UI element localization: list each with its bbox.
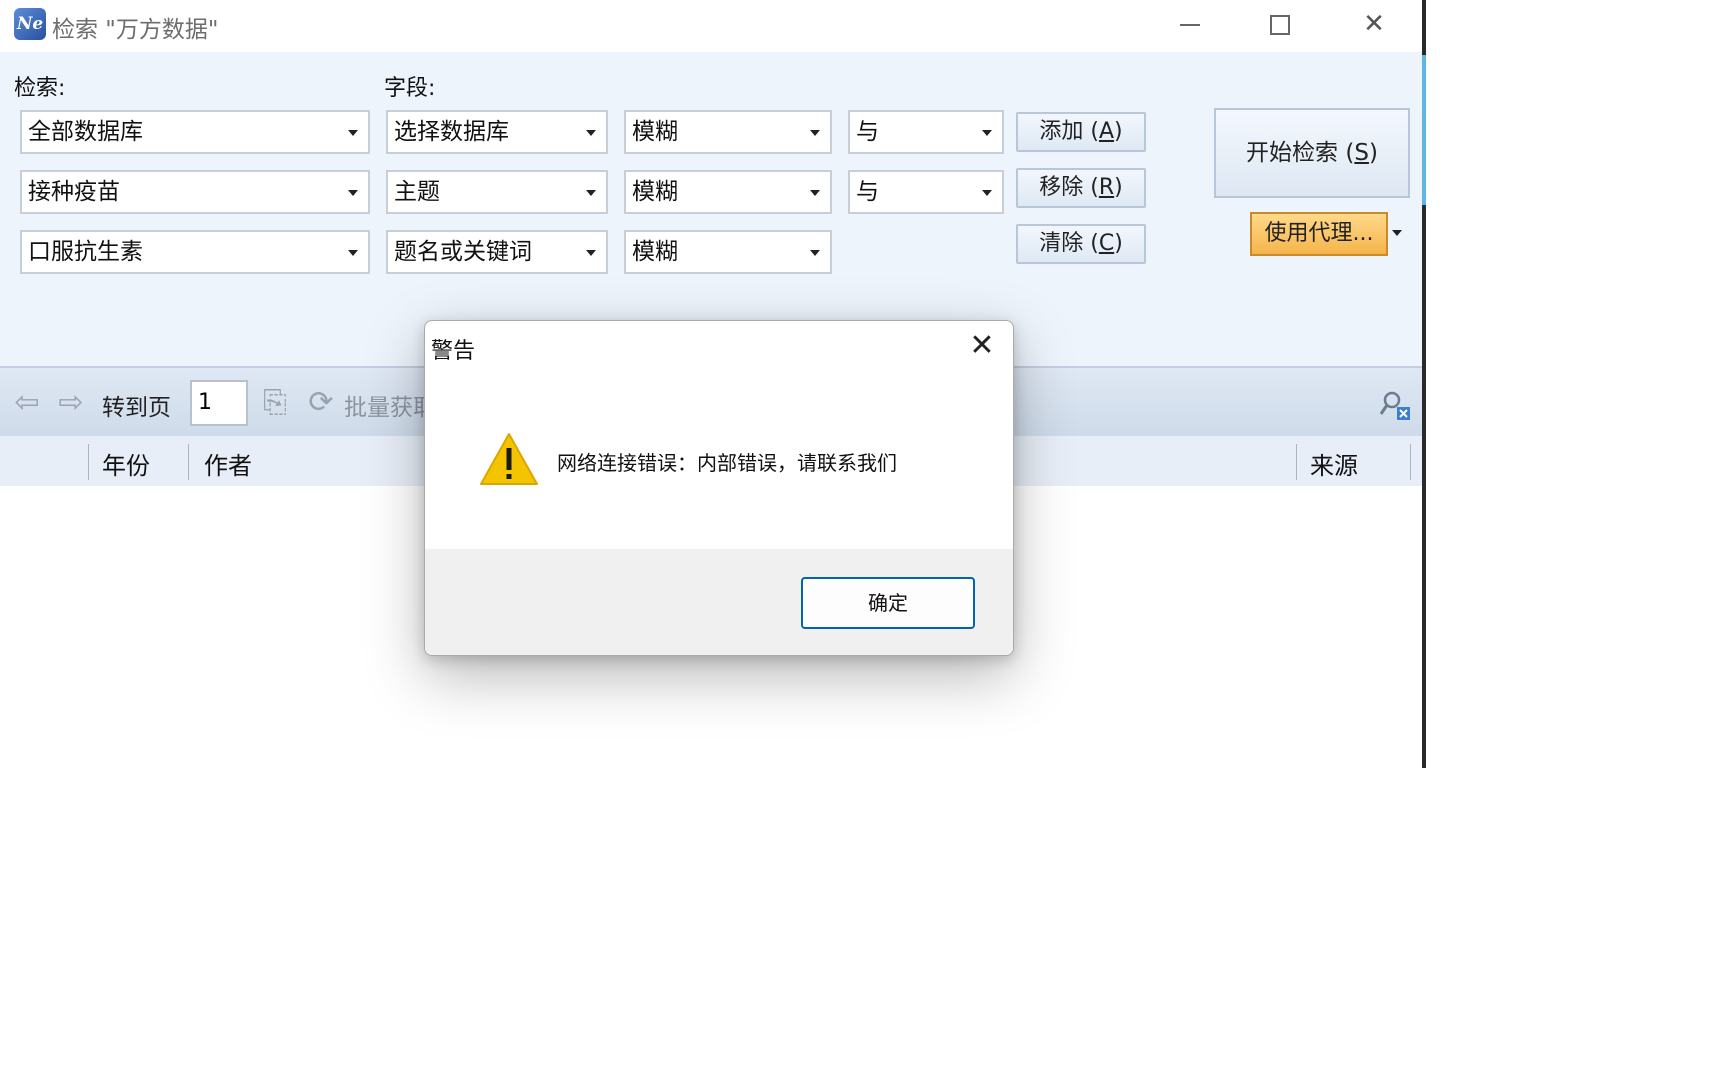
field-combo-2[interactable]: 主题 xyxy=(386,170,608,214)
column-year[interactable]: 年份 xyxy=(102,446,150,481)
goto-page-label: 转到页 xyxy=(102,395,171,421)
field-label: 字段: xyxy=(384,76,436,101)
dropdown-arrow-icon xyxy=(348,250,358,256)
window-edge xyxy=(1422,0,1426,768)
match-value: 模糊 xyxy=(632,119,678,145)
dialog-title: 警告 xyxy=(431,339,476,364)
search-label: 检索: xyxy=(14,76,66,101)
logic-value: 与 xyxy=(856,119,879,145)
window-edge-highlight xyxy=(1422,55,1426,205)
logic-combo-2[interactable]: 与 xyxy=(848,170,1004,214)
dropdown-arrow-icon xyxy=(982,130,992,136)
column-divider xyxy=(188,444,189,480)
close-window-button[interactable]: ✕ xyxy=(1344,0,1404,48)
add-accel: A xyxy=(1098,119,1115,144)
maximize-button[interactable] xyxy=(1250,0,1310,48)
title-bar: Ne 检索 "万方数据" ✕ xyxy=(0,0,1422,52)
field-value: 主题 xyxy=(394,179,440,205)
dialog-close-button[interactable]: ✕ xyxy=(965,329,999,363)
page-number-input[interactable]: 1 xyxy=(190,380,248,426)
search-term-value: 口服抗生素 xyxy=(28,239,143,265)
logic-combo-1[interactable]: 与 xyxy=(848,110,1004,154)
dropdown-arrow-icon xyxy=(586,190,596,196)
logic-value: 与 xyxy=(856,179,879,205)
close-icon: ✕ xyxy=(969,328,995,363)
search-settings-icon[interactable] xyxy=(1378,388,1412,422)
search-term-combo-3[interactable]: 口服抗生素 xyxy=(20,230,370,274)
add-button[interactable]: 添加 (A) xyxy=(1016,112,1146,152)
match-combo-2[interactable]: 模糊 xyxy=(624,170,832,214)
warning-dialog: 警告 ✕ 网络连接错误：内部错误，请联系我们 确定 xyxy=(424,320,1014,656)
dropdown-arrow-icon xyxy=(586,250,596,256)
column-divider xyxy=(88,444,89,480)
start-search-accel: S xyxy=(1354,140,1369,166)
column-divider xyxy=(1296,444,1297,480)
dropdown-arrow-icon xyxy=(810,190,820,196)
ok-button[interactable]: 确定 xyxy=(801,577,975,629)
window-title: 检索 "万方数据" xyxy=(52,17,219,43)
column-divider xyxy=(1410,444,1411,480)
dropdown-arrow-icon xyxy=(348,190,358,196)
search-term-combo-1[interactable]: 全部数据库 xyxy=(20,110,370,154)
clear-accel: C xyxy=(1098,231,1115,256)
next-page-icon[interactable]: ⇨ xyxy=(54,386,88,420)
match-value: 模糊 xyxy=(632,239,678,265)
batch-fetch-label[interactable]: 批量获取 xyxy=(344,388,436,422)
app-logo-icon: Ne xyxy=(14,8,46,40)
dialog-message: 网络连接错误：内部错误，请联系我们 xyxy=(557,451,897,475)
dropdown-arrow-icon xyxy=(810,130,820,136)
clear-button[interactable]: 清除 (C) xyxy=(1016,224,1146,264)
field-value: 题名或关键词 xyxy=(394,239,532,265)
dialog-footer: 确定 xyxy=(425,549,1013,655)
close-icon: ✕ xyxy=(1363,9,1385,39)
warning-icon xyxy=(480,433,538,485)
goto-page-icon[interactable]: ⎘ xyxy=(258,386,292,420)
search-term-value: 接种疫苗 xyxy=(28,179,120,205)
add-label: 添加 xyxy=(1039,119,1084,144)
dropdown-arrow-icon xyxy=(586,130,596,136)
dropdown-arrow-icon xyxy=(982,190,992,196)
field-combo-1[interactable]: 选择数据库 xyxy=(386,110,608,154)
field-value: 选择数据库 xyxy=(394,119,509,145)
start-search-label: 开始检索 xyxy=(1246,140,1339,166)
minimize-icon xyxy=(1180,23,1200,26)
maximize-icon xyxy=(1270,14,1290,35)
match-combo-1[interactable]: 模糊 xyxy=(624,110,832,154)
previous-page-icon[interactable]: ⇦ xyxy=(10,386,44,420)
dropdown-arrow-icon xyxy=(810,250,820,256)
match-combo-3[interactable]: 模糊 xyxy=(624,230,832,274)
column-author[interactable]: 作者 xyxy=(204,446,252,481)
field-combo-3[interactable]: 题名或关键词 xyxy=(386,230,608,274)
batch-fetch-icon[interactable]: ⟳ xyxy=(304,386,338,420)
minimize-button[interactable] xyxy=(1160,0,1220,48)
proxy-dropdown-icon[interactable] xyxy=(1392,230,1402,236)
remove-accel: R xyxy=(1098,175,1115,200)
search-term-combo-2[interactable]: 接种疫苗 xyxy=(20,170,370,214)
clear-label: 清除 xyxy=(1039,231,1084,256)
column-source[interactable]: 来源 xyxy=(1310,446,1358,481)
remove-button[interactable]: 移除 (R) xyxy=(1016,168,1146,208)
use-proxy-button[interactable]: 使用代理... xyxy=(1250,212,1388,256)
start-search-button[interactable]: 开始检索 (S) xyxy=(1214,108,1410,198)
remove-label: 移除 xyxy=(1039,175,1084,200)
match-value: 模糊 xyxy=(632,179,678,205)
search-term-value: 全部数据库 xyxy=(28,119,143,145)
dropdown-arrow-icon xyxy=(348,130,358,136)
